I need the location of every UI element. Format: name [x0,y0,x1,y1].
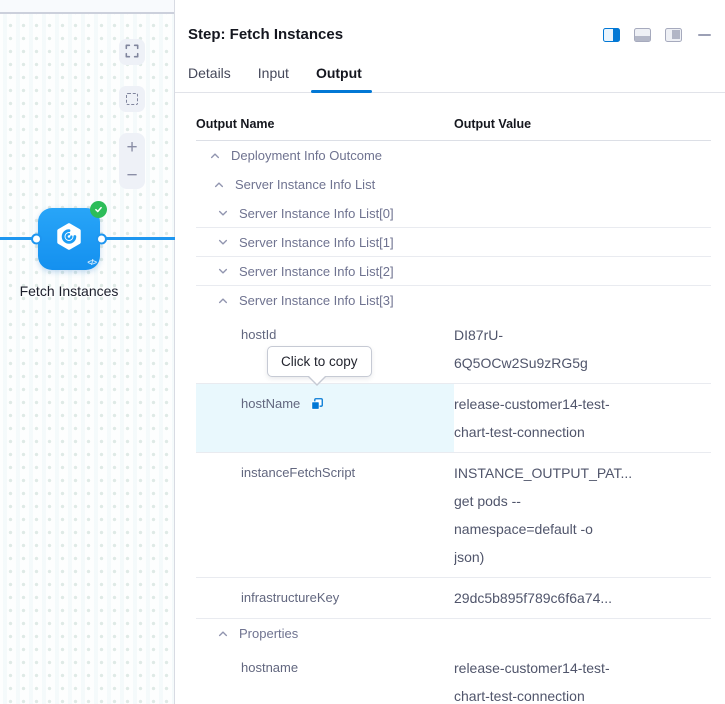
fetch-instances-icon [53,221,85,258]
output-value-line: chart-test-connection [454,682,711,704]
output-value-cell: release-customer14-test-chart-test-conne… [454,384,711,452]
copy-tooltip-text: Click to copy [281,354,358,369]
output-name: instanceFetchScript [241,459,355,487]
success-check-icon [90,201,107,218]
output-row[interactable]: Deployment Info Outcome [196,141,711,170]
output-value-line: json) [454,543,711,571]
zoom-out-button[interactable]: − [119,161,145,189]
tab-output[interactable]: Output [316,65,362,92]
node-port-right [96,234,107,245]
fit-view-icon [125,44,139,61]
output-value-cell: release-customer14-test-chart-test-conne… [454,648,711,704]
copy-tooltip: Click to copy [267,346,372,377]
chevron-down-icon[interactable] [217,236,229,248]
app-window: + − </> Fetch Instances Step: Fetch In [0,0,725,704]
output-group-name: Server Instance Info List[2] [239,264,394,279]
column-header-output-name: Output Name [196,117,454,131]
chevron-up-icon[interactable] [217,295,229,307]
fit-view-button[interactable] [119,39,145,65]
minimize-icon[interactable] [698,34,711,36]
output-table-header: Output Name Output Value [196,117,711,141]
output-row: instanceFetchScript INSTANCE_OUTPUT_PAT..… [196,453,711,578]
output-group-name: Server Instance Info List[3] [239,293,394,308]
output-name-cell: hostname [196,648,454,704]
dock-bottom-icon[interactable] [634,28,651,42]
marquee-select-button[interactable] [119,86,145,112]
chevron-up-icon[interactable] [217,628,229,640]
zoom-in-button[interactable]: + [119,133,145,161]
output-name-cell[interactable]: hostName [196,384,454,452]
output-value-line: DI87rU- [454,321,711,349]
code-icon: </> [87,258,96,267]
output-value-cell: 29dc5b895f789c6f6a74... [454,578,711,618]
dock-right-icon[interactable] [603,28,620,42]
output-name-cell: instanceFetchScript [196,453,454,577]
output-row[interactable]: Server Instance Info List[0] [196,199,711,228]
output-table-body: Deployment Info Outcome Server Instance I… [196,141,711,704]
output-row: hostName release-customer14-test-chart-te… [196,384,711,453]
step-details-panel: Step: Fetch Instances Details Input Outp… [175,0,725,704]
canvas-topbar [0,0,174,14]
output-value-cell: DI87rU-6Q5OCw2Su9zRG5g [454,315,711,383]
output-row[interactable]: Server Instance Info List[2] [196,257,711,286]
zoom-control: + − [119,133,145,189]
output-name: hostId [241,321,276,349]
output-row: infrastructureKey 29dc5b895f789c6f6a74... [196,578,711,619]
panel-header: Step: Fetch Instances [175,0,725,43]
output-group-name: Server Instance Info List [235,177,375,192]
output-name: hostname [241,654,298,682]
tab-details[interactable]: Details [188,65,231,92]
chevron-up-icon[interactable] [209,150,221,162]
output-group-name: Properties [239,626,298,641]
copy-icon[interactable] [310,397,324,411]
tab-input[interactable]: Input [258,65,289,92]
output-value-line: namespace=default -o [454,515,711,543]
chevron-down-icon[interactable] [217,265,229,277]
output-name-cell: infrastructureKey [196,578,454,618]
output-row[interactable]: Server Instance Info List [196,170,711,199]
pipeline-canvas[interactable]: + − </> Fetch Instances [0,0,175,704]
output-value-line: 6Q5OCw2Su9zRG5g [454,349,711,377]
output-group-name: Deployment Info Outcome [231,148,382,163]
output-row[interactable]: Server Instance Info List[1] [196,228,711,257]
output-row: hostname release-customer14-test-chart-te… [196,648,711,704]
float-panel-icon[interactable] [665,28,682,42]
panel-title: Step: Fetch Instances [188,26,603,43]
output-name: hostName [241,390,300,418]
step-node-fetch-instances[interactable]: </> [38,208,100,270]
output-row[interactable]: Server Instance Info List[3] [196,286,711,315]
output-group-name: Server Instance Info List[0] [239,206,394,221]
output-value-line: chart-test-connection [454,418,711,446]
chevron-up-icon[interactable] [213,179,225,191]
output-table: Output Name Output Value Deployment Info… [196,117,711,704]
column-header-output-value: Output Value [454,117,711,131]
output-value-cell: INSTANCE_OUTPUT_PAT...get pods --namespa… [454,453,711,577]
output-group-name: Server Instance Info List[1] [239,235,394,250]
output-value-line: get pods -- [454,487,711,515]
marquee-select-icon [126,93,138,105]
output-row[interactable]: Properties [196,619,711,648]
node-label: Fetch Instances [20,283,119,299]
output-value-line: 29dc5b895f789c6f6a74... [454,584,711,612]
panel-window-controls [603,28,711,42]
output-name: infrastructureKey [241,584,339,612]
node-port-left [31,234,42,245]
output-value-line: release-customer14-test- [454,390,711,418]
output-tab-content: Output Name Output Value Deployment Info… [175,93,725,704]
output-value-line: INSTANCE_OUTPUT_PAT... [454,459,711,487]
output-value-line: release-customer14-test- [454,654,711,682]
panel-tabs: Details Input Output [175,43,725,93]
chevron-down-icon[interactable] [217,207,229,219]
